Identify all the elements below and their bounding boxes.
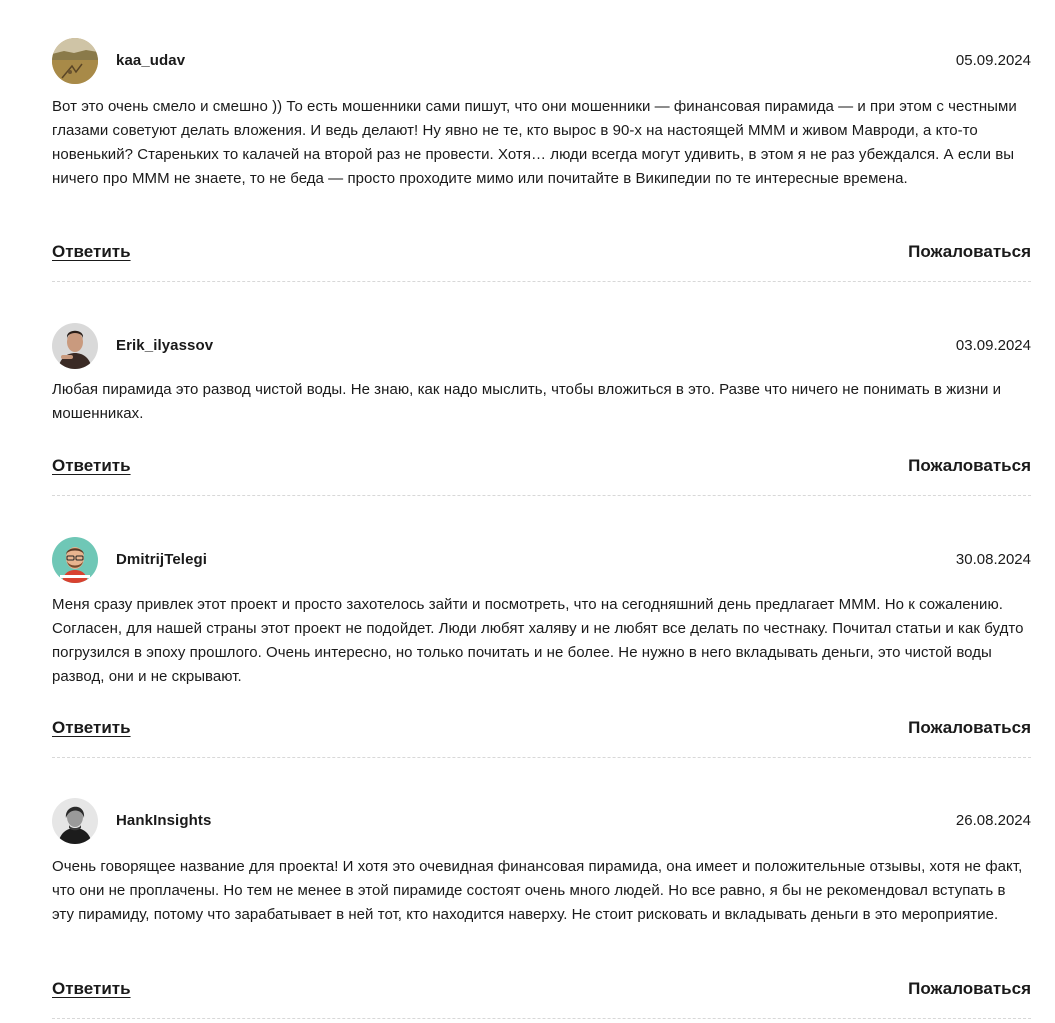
comment-actions: Ответить Пожаловаться (52, 718, 1031, 740)
comment-actions: Ответить Пожаловаться (52, 456, 1031, 478)
reply-button[interactable]: Ответить (52, 979, 131, 999)
comment-text: Меня сразу привлек этот проект и просто … (52, 596, 1024, 685)
comment-divider (52, 495, 1031, 496)
reply-button[interactable]: Ответить (52, 456, 131, 476)
comment-author: kaa_udav (116, 52, 186, 69)
comment-item: kaa_udav 05.09.2024 Вот это очень смело … (52, 38, 1031, 282)
comment-header: DmitrijTelegi 30.08.2024 (52, 537, 1031, 583)
comment-actions: Ответить Пожаловаться (52, 242, 1031, 264)
comment-divider (52, 757, 1031, 758)
reply-button[interactable]: Ответить (52, 242, 131, 262)
report-button[interactable]: Пожаловаться (908, 979, 1031, 999)
comment-header: kaa_udav 05.09.2024 (52, 38, 1031, 84)
comment-date: 30.08.2024 (955, 551, 1031, 568)
comment-actions: Ответить Пожаловаться (52, 979, 1031, 1001)
comment-date: 05.09.2024 (955, 52, 1031, 69)
comment-item: HankInsights 26.08.2024 Очень говорящее … (52, 798, 1031, 1019)
comment-date: 26.08.2024 (955, 812, 1031, 829)
comment-author: HankInsights (116, 812, 212, 829)
comment-item: DmitrijTelegi 30.08.2024 Меня сразу прив… (52, 537, 1031, 758)
comment-header: Erik_ilyassov 03.09.2024 (52, 323, 1031, 369)
comments-list: kaa_udav 05.09.2024 Вот это очень смело … (0, 0, 1055, 1023)
comment-text: Любая пирамида это развод чистой воды. Н… (52, 381, 1002, 422)
comment-text: Вот это очень смело и смешно )) То есть … (52, 98, 1017, 187)
reply-button[interactable]: Ответить (52, 718, 131, 738)
bw-portrait-avatar (52, 798, 98, 844)
landscape-photo-avatar (52, 38, 98, 84)
comment-text: Очень говорящее название для проекта! И … (52, 858, 1023, 923)
report-button[interactable]: Пожаловаться (908, 456, 1031, 476)
comment-divider (52, 1018, 1031, 1019)
report-button[interactable]: Пожаловаться (908, 718, 1031, 738)
comment-header: HankInsights 26.08.2024 (52, 798, 1031, 844)
report-button[interactable]: Пожаловаться (908, 242, 1031, 262)
comment-author: Erik_ilyassov (116, 337, 214, 354)
comment-divider (52, 281, 1031, 282)
comment-author: DmitrijTelegi (116, 551, 208, 568)
comment-date: 03.09.2024 (955, 337, 1031, 354)
comment-item: Erik_ilyassov 03.09.2024 Любая пирамида … (52, 323, 1031, 496)
person-photo-avatar (52, 323, 98, 369)
cartoon-man-avatar (52, 537, 98, 583)
